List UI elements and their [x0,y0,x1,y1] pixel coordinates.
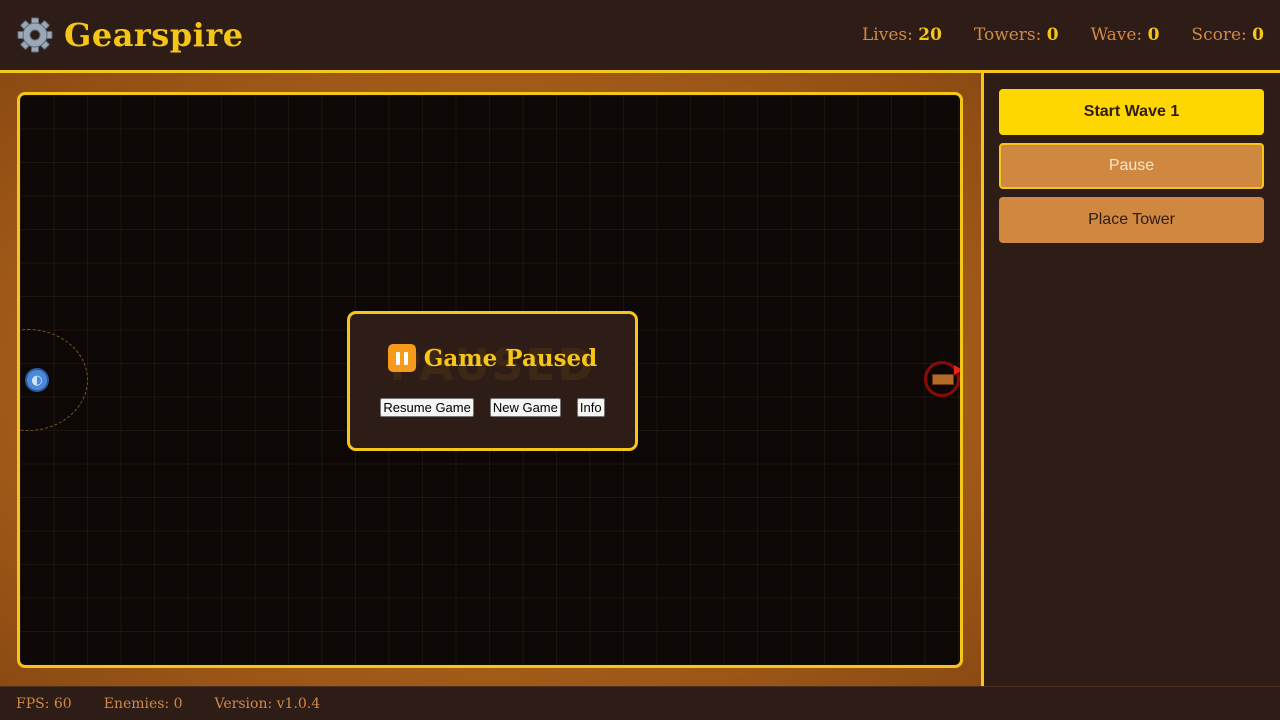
game-area: ◐ PAUSED Game Paused Resume Game New Gam… [0,73,981,686]
score-value: 0 [1252,25,1264,45]
place-tower-button[interactable]: Place Tower [999,197,1264,243]
game-app: Gearspire Lives: 20 Towers: 0 Wave: 0 Sc… [0,0,1280,720]
new-game-button[interactable]: New Game [489,398,561,417]
gear-icon [16,16,54,54]
spawn-point-icon: ◐ [25,368,49,392]
stats-bar: Lives: 20 Towers: 0 Wave: 0 Score: 0 [862,25,1264,45]
score-stat: Score: 0 [1191,25,1264,45]
game-title: Gearspire [64,16,244,54]
modal-title: Game Paused [350,344,635,372]
pause-modal: PAUSED Game Paused Resume Game New Game … [347,311,638,451]
flag-icon [954,365,960,375]
enemies-readout: Enemies: 0 [103,695,183,712]
status-footer: FPS: 60 Enemies: 0 Version: v1.0.4 [0,686,1280,720]
fps-readout: FPS: 60 [16,695,72,712]
towers-label: Towers: [973,25,1042,45]
towers-value: 0 [1046,25,1059,45]
lives-label: Lives: [862,25,913,45]
wave-value: 0 [1147,25,1160,45]
game-board[interactable]: ◐ PAUSED Game Paused Resume Game New Gam… [17,92,963,668]
modal-title-text: Game Paused [423,344,598,372]
brand: Gearspire [16,16,244,54]
sidebar: Start Wave 1 Pause Place Tower [981,73,1280,686]
start-wave-button[interactable]: Start Wave 1 [999,89,1264,135]
header-bar: Gearspire Lives: 20 Towers: 0 Wave: 0 Sc… [0,0,1280,73]
pause-icon [387,344,416,372]
base-icon [932,374,954,385]
modal-buttons: Resume Game New Game Info [350,398,635,417]
wave-stat: Wave: 0 [1091,25,1160,45]
resume-game-button[interactable]: Resume Game [380,398,474,417]
lives-value: 20 [918,25,942,45]
info-button[interactable]: Info [576,398,605,417]
score-label: Score: [1191,25,1247,45]
version-readout: Version: v1.0.4 [214,695,321,712]
pause-button[interactable]: Pause [999,143,1264,189]
towers-stat: Towers: 0 [974,25,1059,45]
lives-stat: Lives: 20 [862,25,942,45]
wave-label: Wave: [1090,25,1143,45]
